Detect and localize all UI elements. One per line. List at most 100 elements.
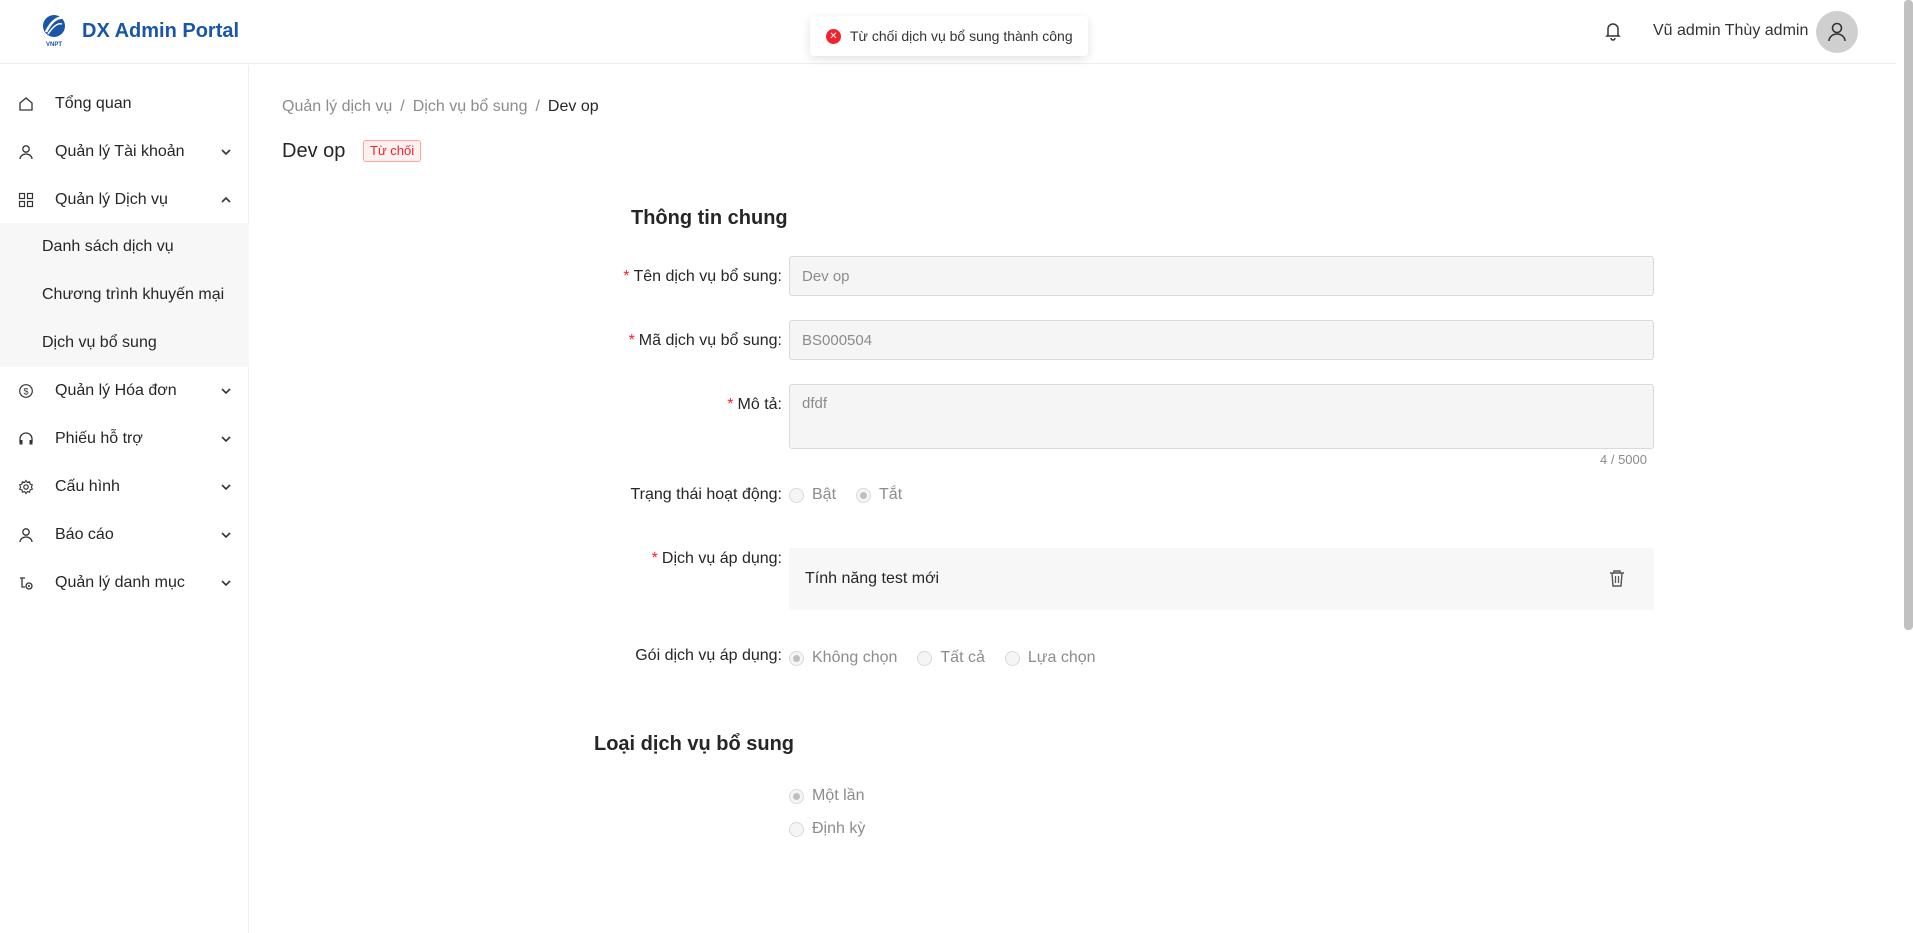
user-icon — [18, 527, 34, 543]
sidebar-item-support[interactable]: Phiếu hỗ trợ — [0, 415, 249, 463]
vnpt-logo[interactable]: VNPT — [38, 12, 70, 48]
breadcrumb-link-services[interactable]: Quản lý dịch vụ — [282, 98, 392, 115]
sidebar-item-services[interactable]: Quản lý Dịch vụ — [0, 176, 249, 224]
dollar-icon: $ — [18, 383, 34, 399]
sidebar-item-categories[interactable]: Quản lý danh mục — [0, 559, 249, 607]
package-radio-group: Không chọn Tất cả Lựa chọn — [789, 649, 1116, 667]
sidebar-item-reports[interactable]: Báo cáo — [0, 511, 249, 559]
section-title-general: Thông tin chung — [631, 207, 788, 229]
sidebar-subitem-service-list[interactable]: Danh sách dịch vụ — [0, 223, 249, 271]
radio-circle — [789, 821, 804, 837]
radio-dot — [860, 491, 868, 499]
radio-circle — [789, 487, 804, 503]
sidebar-subitem-label: Chương trình khuyến mại — [42, 286, 225, 303]
sidebar-item-invoices[interactable]: $ Quản lý Hóa đơn — [0, 367, 249, 415]
status-off-radio[interactable]: Tắt — [856, 486, 902, 504]
radio-circle — [917, 650, 933, 666]
toast-message: Từ chối dịch vụ bổ sung thành công — [850, 28, 1073, 44]
breadcrumb-separator: / — [400, 98, 405, 115]
status-on-radio[interactable]: Bật — [789, 486, 836, 504]
applied-service-item: Tính năng test mới — [789, 548, 1654, 610]
status-label: Trạng thái hoạt động: — [630, 486, 782, 503]
grid-icon — [18, 192, 34, 208]
toast-notification: ✕ Từ chối dịch vụ bổ sung thành công — [810, 16, 1088, 56]
radio-label: Một lần — [812, 787, 865, 804]
sidebar-subitem-promotions[interactable]: Chương trình khuyến mại — [0, 271, 249, 319]
radio-circle-selected — [789, 788, 804, 804]
user-name[interactable]: Vũ admin Thùy admin — [1653, 22, 1808, 40]
package-all-radio[interactable]: Tất cả — [917, 649, 985, 667]
svg-text:$: $ — [23, 387, 28, 397]
radio-circle — [1004, 650, 1020, 666]
radio-label: Tắt — [879, 486, 903, 503]
breadcrumb-separator: / — [535, 98, 540, 115]
applied-service-name: Tính năng test mới — [805, 570, 940, 587]
radio-circle-selected — [789, 650, 804, 666]
radio-dot — [793, 792, 800, 800]
gear-icon — [18, 479, 34, 495]
user-avatar-icon — [1828, 22, 1846, 42]
trash-icon[interactable] — [1609, 569, 1625, 587]
services-submenu: Danh sách dịch vụ Chương trình khuyến mạ… — [0, 223, 249, 367]
logo-text: VNPT — [46, 42, 62, 48]
chevron-down-icon — [221, 580, 231, 587]
sidebar-subitem-addon-services[interactable]: Dịch vụ bổ sung — [0, 319, 249, 367]
category-icon — [18, 575, 34, 591]
home-icon — [18, 96, 34, 112]
radio-circle-selected — [856, 487, 872, 503]
chevron-down-icon — [221, 532, 231, 539]
sidebar-subitem-label: Danh sách dịch vụ — [42, 238, 174, 255]
radio-label: Không chọn — [812, 649, 898, 666]
applied-service-label: * Dịch vụ áp dụng: — [651, 550, 782, 567]
type-periodic-radio[interactable]: Định kỳ — [789, 820, 865, 838]
sidebar-item-settings[interactable]: Cấu hình — [0, 463, 249, 511]
service-name-input[interactable] — [789, 256, 1654, 296]
error-icon: ✕ — [826, 28, 841, 44]
sidebar-item-label: Cấu hình — [55, 478, 120, 495]
sidebar-item-overview[interactable]: Tổng quan — [0, 80, 249, 128]
user-icon — [18, 144, 34, 160]
sidebar-item-label: Báo cáo — [55, 526, 114, 543]
description-char-counter: 4 / 5000 — [1600, 452, 1647, 467]
sidebar-item-label: Quản lý danh mục — [55, 574, 185, 591]
chevron-down-icon — [221, 484, 231, 491]
page-scrollbar[interactable] — [1904, 0, 1913, 630]
sidebar-item-label: Quản lý Dịch vụ — [55, 191, 168, 208]
type-once-row: Một lần — [789, 787, 884, 805]
sidebar-item-label: Quản lý Tài khoản — [55, 143, 185, 160]
avatar[interactable] — [1816, 11, 1858, 53]
status-radio-group: Bật Tắt — [789, 486, 922, 504]
name-label: * Tên dịch vụ bổ sung: — [623, 268, 782, 285]
sidebar-item-accounts[interactable]: Quản lý Tài khoản — [0, 128, 249, 176]
sidebar-item-label: Quản lý Hóa đơn — [55, 382, 177, 399]
radio-label: Tất cả — [940, 649, 985, 666]
package-label: Gói dịch vụ áp dụng: — [635, 647, 782, 664]
service-code-input[interactable] — [789, 320, 1654, 360]
sidebar-item-label: Phiếu hỗ trợ — [55, 430, 143, 447]
chevron-down-icon — [221, 388, 231, 395]
package-choose-radio[interactable]: Lựa chọn — [1004, 649, 1096, 667]
breadcrumb: Quản lý dịch vụ / Dịch vụ bổ sung / Dev op — [282, 98, 599, 116]
app-title[interactable]: DX Admin Portal — [82, 20, 239, 43]
radio-label: Lựa chọn — [1027, 649, 1096, 666]
chevron-down-icon — [221, 149, 231, 156]
radio-dot — [793, 654, 800, 662]
type-once-radio[interactable]: Một lần — [789, 787, 864, 805]
status-badge: Từ chối — [363, 140, 422, 162]
code-label: * Mã dịch vụ bổ sung: — [628, 332, 782, 349]
description-textarea[interactable]: dfdf — [789, 384, 1654, 449]
description-label: * Mô tả: — [727, 396, 782, 413]
package-none-radio[interactable]: Không chọn — [789, 649, 897, 667]
sidebar: Tổng quan Quản lý Tài khoản Quản lý Dịch… — [0, 65, 249, 933]
chevron-up-icon — [221, 196, 231, 203]
bell-icon[interactable] — [1604, 21, 1622, 41]
headset-icon — [18, 431, 34, 447]
sidebar-subitem-label: Dịch vụ bổ sung — [42, 334, 157, 351]
chevron-down-icon — [221, 436, 231, 443]
sidebar-item-label: Tổng quan — [55, 95, 132, 112]
radio-label: Bật — [812, 486, 837, 503]
radio-label: Định kỳ — [812, 820, 866, 837]
page-title: Dev op — [282, 140, 346, 162]
breadcrumb-link-addon-services[interactable]: Dịch vụ bổ sung — [413, 98, 528, 115]
breadcrumb-current: Dev op — [547, 98, 599, 115]
